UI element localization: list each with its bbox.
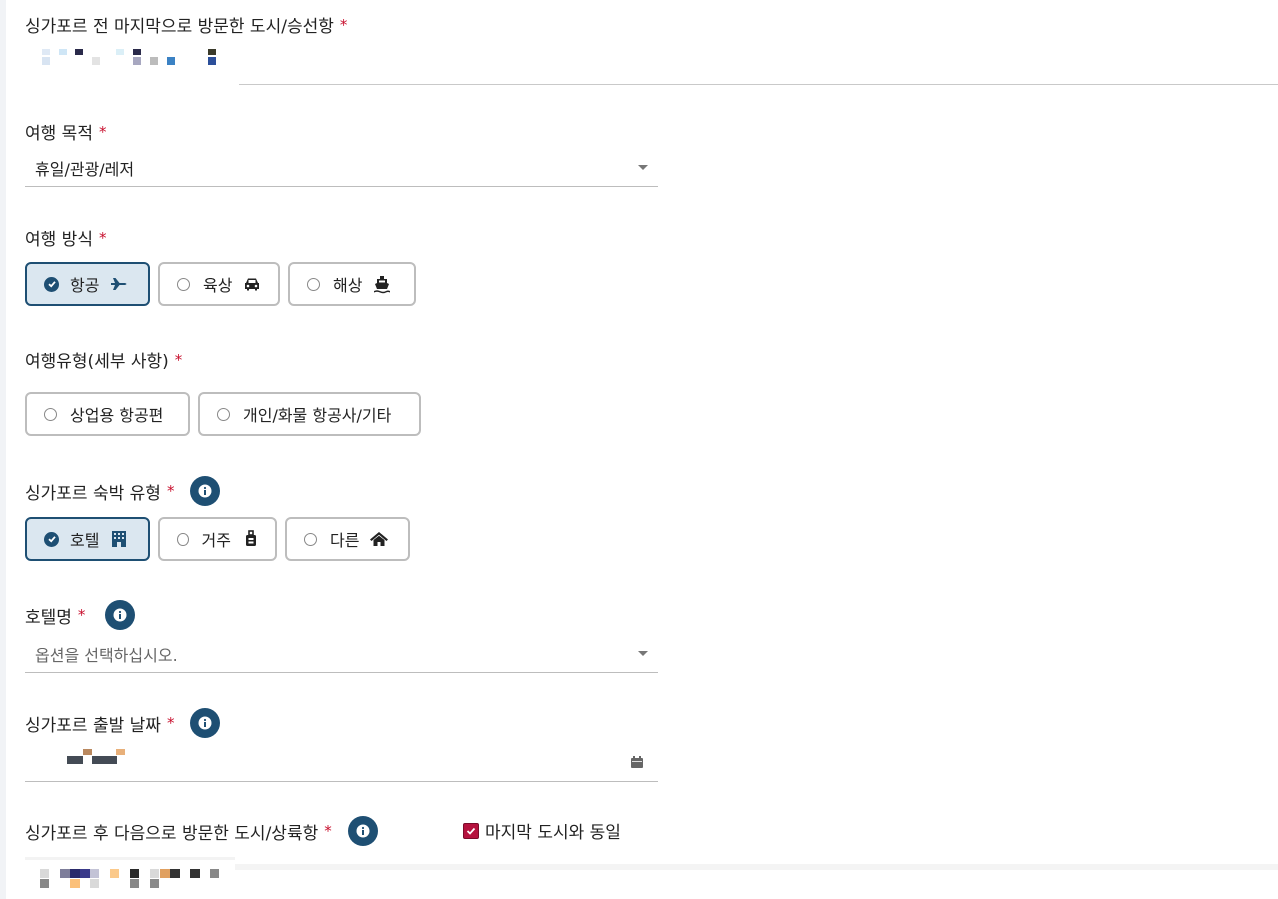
info-icon[interactable]	[190, 476, 221, 506]
required-marker: *	[98, 122, 107, 141]
travel-mode-air-button[interactable]: 항공	[25, 262, 150, 306]
field-underline	[25, 857, 235, 860]
radio-icon	[304, 532, 317, 546]
trip-purpose-label: 여행 목적 *	[25, 119, 107, 145]
radio-icon	[307, 277, 320, 291]
accommodation-hotel-button[interactable]: 호텔	[25, 517, 150, 561]
travel-type-commercial-label: 상업용 항공편	[70, 406, 164, 425]
travel-type-label-text: 여행유형(세부 사항)	[25, 352, 169, 372]
required-marker: *	[98, 228, 107, 247]
travel-mode-sea-label: 해상	[333, 276, 363, 295]
car-icon	[242, 274, 262, 294]
ship-icon	[372, 274, 392, 294]
left-border	[0, 0, 6, 899]
departure-date-input[interactable]	[25, 742, 658, 782]
last-city-input[interactable]	[25, 40, 1278, 86]
radio-icon	[217, 407, 230, 421]
chevron-down-icon	[638, 165, 648, 170]
accommodation-residence-button[interactable]: 거주	[158, 517, 277, 561]
same-as-last-city-label: 마지막 도시와 동일	[485, 823, 621, 843]
travel-mode-label-text: 여행 방식	[25, 230, 93, 250]
radio-icon	[44, 407, 57, 421]
check-circle-icon	[44, 531, 59, 547]
next-city-input[interactable]	[25, 857, 1278, 899]
hotel-name-select[interactable]: 옵션을 선택하십시오.	[25, 635, 658, 673]
next-city-label-text: 싱가포르 후 다음으로 방문한 도시/상륙항	[25, 823, 319, 844]
travel-type-private-label: 개인/화물 항공사/기타	[243, 406, 392, 425]
accommodation-type-label: 싱가포르 숙박 유형 *	[25, 476, 221, 506]
accommodation-other-label: 다른	[330, 531, 360, 550]
chevron-down-icon	[638, 651, 648, 656]
travel-mode-air-label: 항공	[70, 276, 100, 295]
plane-icon	[109, 274, 129, 294]
info-icon[interactable]	[105, 600, 136, 630]
travel-mode-sea-button[interactable]: 해상	[288, 262, 416, 306]
accommodation-other-button[interactable]: 다른	[285, 517, 410, 561]
luggage-icon	[241, 529, 261, 549]
info-icon[interactable]	[190, 708, 221, 738]
calendar-icon[interactable]	[630, 754, 644, 768]
home-icon	[369, 529, 389, 549]
required-marker: *	[324, 822, 332, 840]
checkbox-checked-icon	[463, 822, 479, 839]
travel-type-label: 여행유형(세부 사항) *	[25, 347, 183, 373]
departure-date-label-text: 싱가포르 출발 날짜	[25, 715, 161, 736]
travel-mode-label: 여행 방식 *	[25, 225, 107, 251]
travel-mode-land-button[interactable]: 육상	[158, 262, 280, 306]
required-marker: *	[166, 482, 175, 500]
info-icon[interactable]	[347, 816, 378, 846]
last-city-label-text: 싱가포르 전 마지막으로 방문한 도시/승선항	[25, 17, 334, 37]
required-marker: *	[77, 606, 86, 624]
travel-type-private-button[interactable]: 개인/화물 항공사/기타	[198, 392, 421, 436]
accommodation-hotel-label: 호텔	[70, 531, 100, 550]
check-circle-icon	[44, 276, 59, 292]
hotel-name-placeholder: 옵션을 선택하십시오.	[35, 645, 178, 665]
hotel-name-label-text: 호텔명	[25, 607, 72, 628]
last-city-label: 싱가포르 전 마지막으로 방문한 도시/승선항 *	[25, 12, 348, 38]
departure-date-label: 싱가포르 출발 날짜 *	[25, 708, 221, 738]
trip-purpose-value: 휴일/관광/레저	[35, 159, 135, 179]
required-marker: *	[339, 15, 348, 34]
hotel-name-label: 호텔명 *	[25, 600, 136, 630]
last-city-underline	[239, 84, 1278, 85]
travel-mode-land-label: 육상	[203, 276, 233, 295]
required-marker: *	[166, 714, 175, 732]
accommodation-type-label-text: 싱가포르 숙박 유형	[25, 483, 161, 504]
hotel-building-icon	[109, 529, 129, 549]
radio-icon	[177, 277, 190, 291]
required-marker: *	[174, 350, 183, 369]
same-as-last-city-checkbox[interactable]: 마지막 도시와 동일	[463, 818, 621, 843]
trip-purpose-select[interactable]: 휴일/관광/레저	[25, 149, 658, 187]
radio-icon	[177, 532, 189, 546]
accommodation-residence-label: 거주	[201, 531, 231, 550]
field-underline	[235, 864, 1278, 870]
next-city-label: 싱가포르 후 다음으로 방문한 도시/상륙항 *	[25, 816, 378, 846]
trip-purpose-label-text: 여행 목적	[25, 124, 93, 144]
travel-type-commercial-button[interactable]: 상업용 항공편	[25, 392, 190, 436]
